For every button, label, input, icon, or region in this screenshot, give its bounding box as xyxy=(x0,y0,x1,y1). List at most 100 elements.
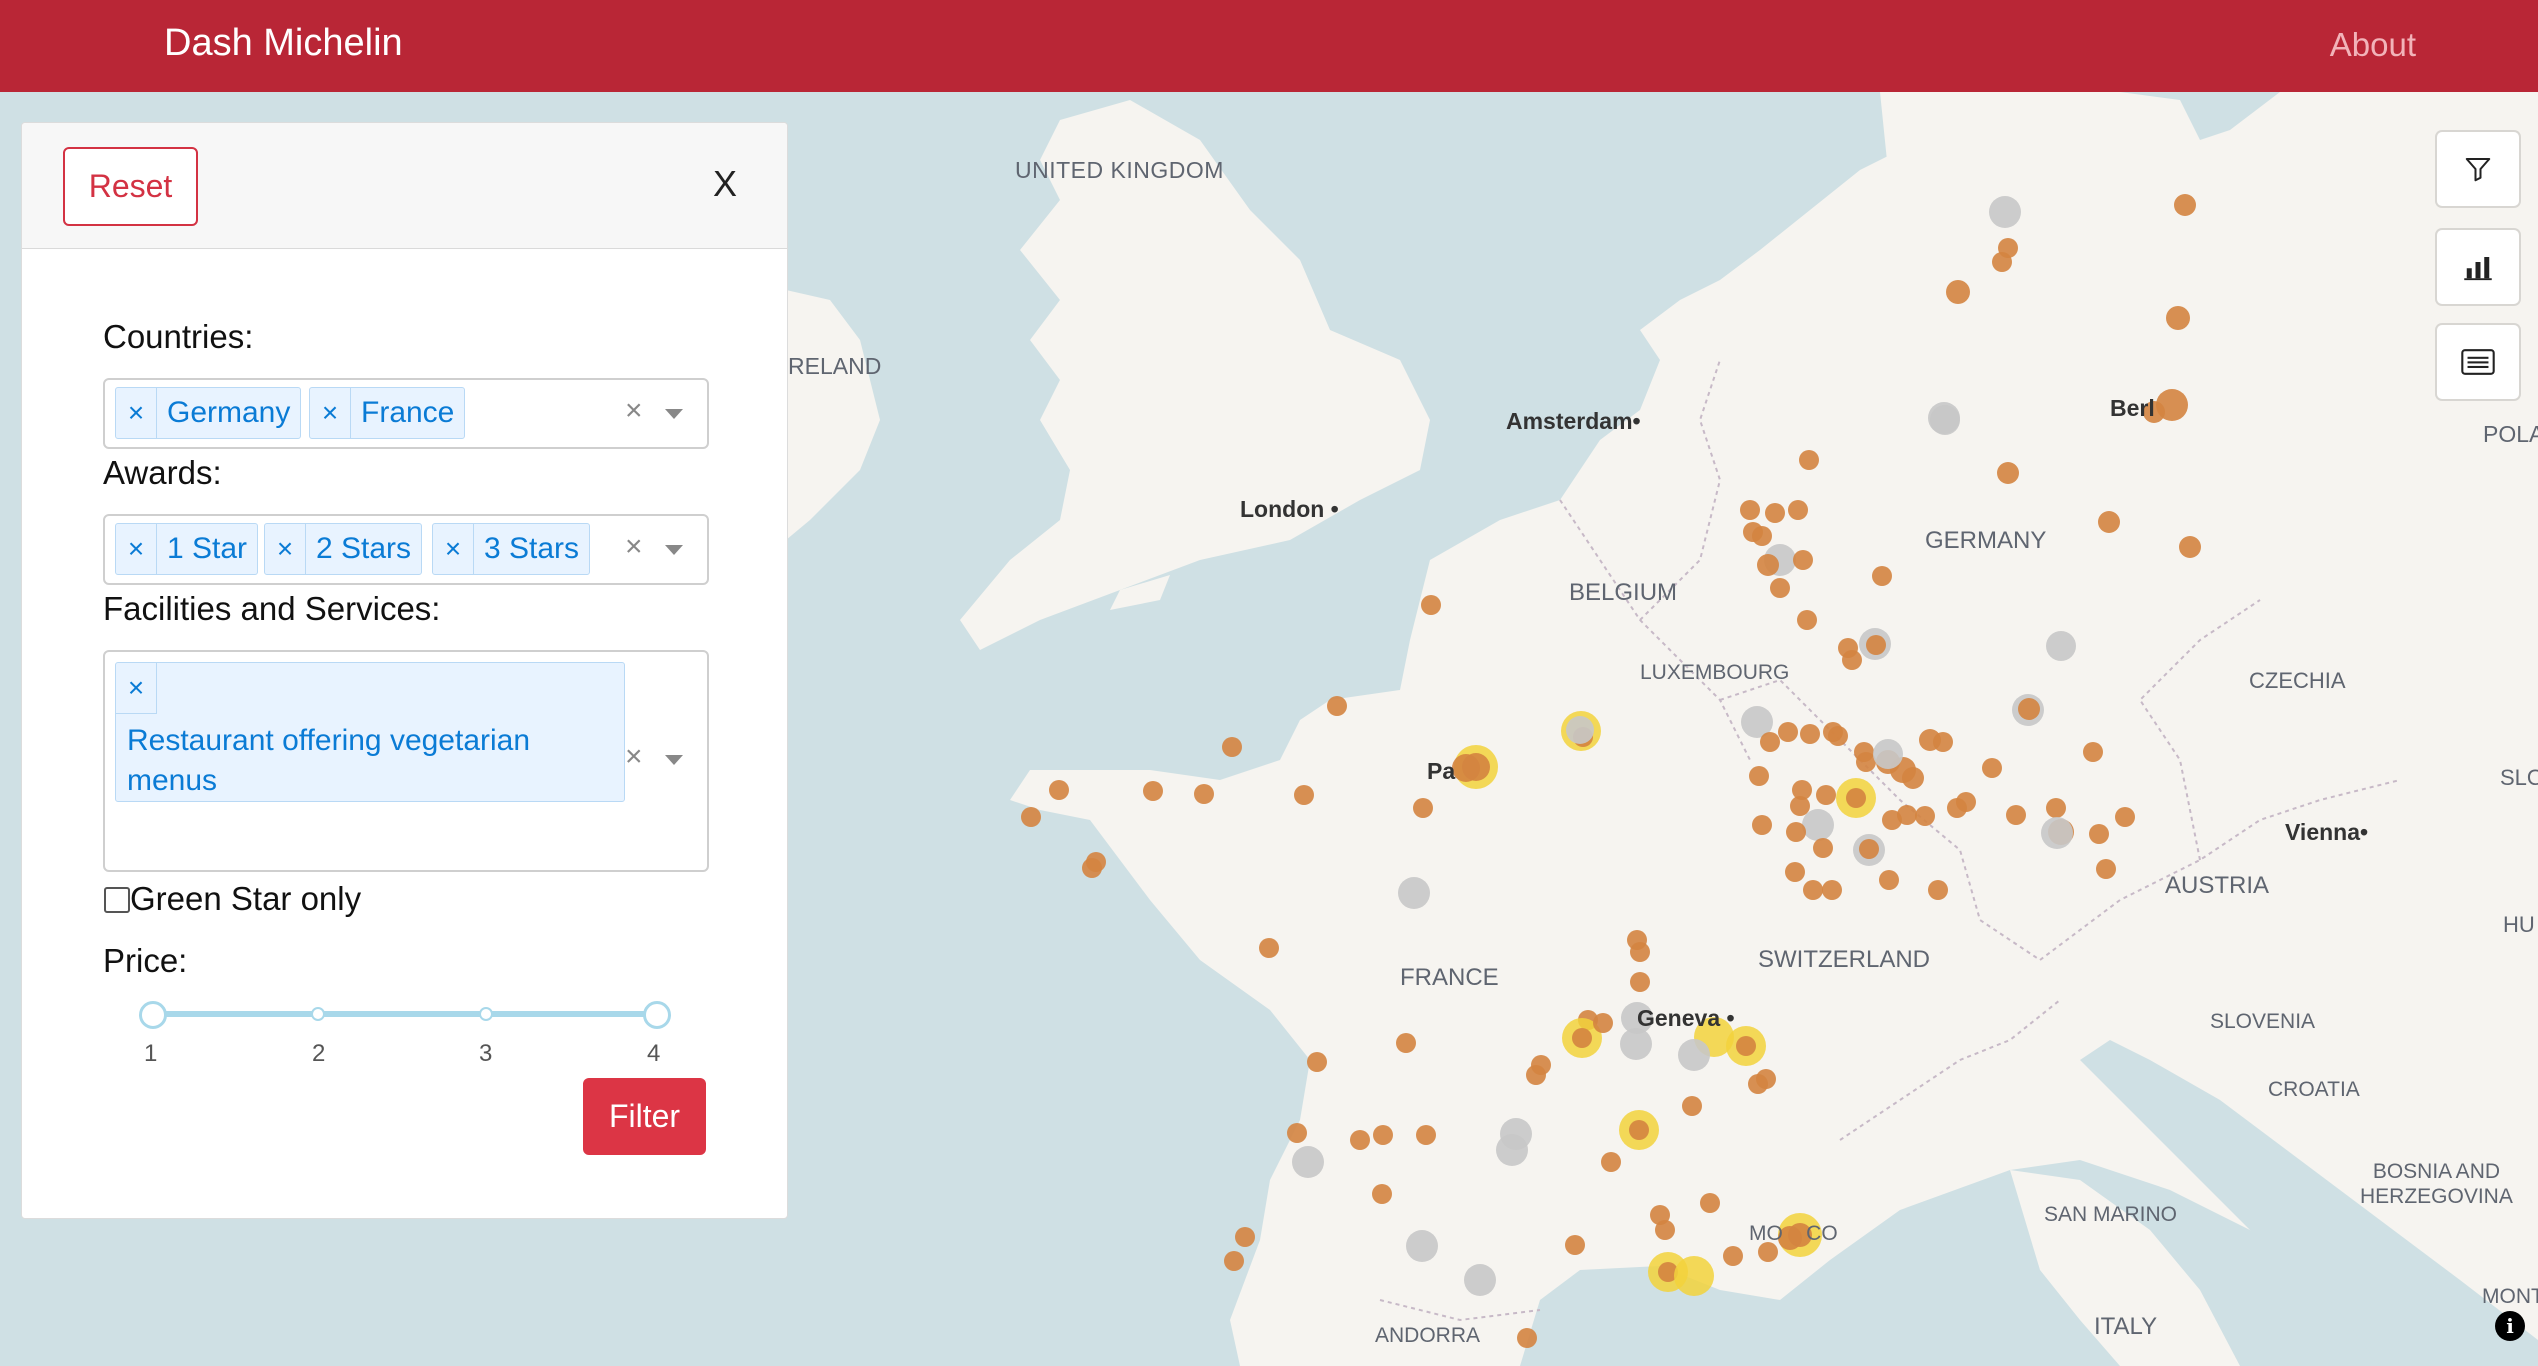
remove-chip-icon[interactable]: × xyxy=(116,388,157,438)
close-panel-button[interactable]: X xyxy=(713,163,737,205)
remove-chip-icon[interactable]: × xyxy=(265,524,306,574)
one-star-marker[interactable] xyxy=(1294,785,1314,805)
one-star-marker[interactable] xyxy=(1793,550,1813,570)
one-star-marker[interactable] xyxy=(1897,805,1917,825)
one-star-marker[interactable] xyxy=(1946,280,1970,304)
one-star-marker[interactable] xyxy=(1879,870,1899,890)
one-star-marker[interactable] xyxy=(2046,798,2066,818)
one-star-marker[interactable] xyxy=(1748,1074,1768,1094)
two-star-marker[interactable] xyxy=(2046,631,2076,661)
filter-toggle-button[interactable] xyxy=(2437,132,2519,206)
one-star-marker[interactable] xyxy=(1785,862,1805,882)
one-star-marker[interactable] xyxy=(2006,805,2026,825)
one-star-marker[interactable] xyxy=(1143,781,1163,801)
one-star-marker[interactable] xyxy=(1778,722,1798,742)
one-star-marker[interactable] xyxy=(1517,1328,1537,1348)
facilities-select[interactable]: × Restaurant offering vegetarian menus × xyxy=(103,650,709,872)
one-star-marker[interactable] xyxy=(1565,1235,1585,1255)
one-star-marker[interactable] xyxy=(1235,1227,1255,1247)
chevron-down-icon[interactable] xyxy=(665,545,683,555)
one-star-marker[interactable] xyxy=(2115,807,2135,827)
one-star-marker[interactable] xyxy=(1956,792,1976,812)
one-star-marker[interactable] xyxy=(1752,815,1772,835)
one-star-marker[interactable] xyxy=(2166,306,2190,330)
one-star-marker[interactable] xyxy=(1859,839,1879,859)
one-star-marker[interactable] xyxy=(1765,503,1785,523)
one-star-marker[interactable] xyxy=(1816,785,1836,805)
one-star-marker[interactable] xyxy=(1655,1220,1675,1240)
one-star-marker[interactable] xyxy=(2018,698,2040,720)
chart-toggle-button[interactable] xyxy=(2437,230,2519,304)
chevron-down-icon[interactable] xyxy=(665,409,683,419)
green-star-checkbox[interactable] xyxy=(104,887,130,913)
remove-chip-icon[interactable]: × xyxy=(310,388,351,438)
one-star-marker[interactable] xyxy=(1723,1246,1743,1266)
filter-button[interactable]: Filter xyxy=(583,1078,706,1155)
one-star-marker[interactable] xyxy=(2179,536,2201,558)
one-star-marker[interactable] xyxy=(1992,252,2012,272)
one-star-marker[interactable] xyxy=(1287,1123,1307,1143)
chevron-down-icon[interactable] xyxy=(665,755,683,765)
one-star-marker[interactable] xyxy=(1997,462,2019,484)
clear-icon[interactable]: × xyxy=(625,530,643,564)
awards-select[interactable]: × 1 Star × 2 Stars × 3 Stars × xyxy=(103,514,709,585)
two-star-marker[interactable] xyxy=(1678,1039,1710,1071)
one-star-marker[interactable] xyxy=(1700,1193,1720,1213)
one-star-marker[interactable] xyxy=(1828,726,1848,746)
one-star-marker[interactable] xyxy=(1049,780,1069,800)
one-star-marker[interactable] xyxy=(1601,1152,1621,1172)
one-star-marker[interactable] xyxy=(1452,754,1480,782)
reset-button[interactable]: Reset xyxy=(63,147,198,226)
one-star-marker[interactable] xyxy=(1421,595,1441,615)
price-slider-track[interactable] xyxy=(152,1011,658,1017)
one-star-marker[interactable] xyxy=(1822,880,1842,900)
one-star-marker[interactable] xyxy=(1770,578,1790,598)
price-slider-handle-max[interactable] xyxy=(643,1001,671,1029)
two-star-marker[interactable] xyxy=(1566,716,1594,744)
one-star-marker[interactable] xyxy=(1572,1028,1592,1048)
one-star-marker[interactable] xyxy=(1790,796,1810,816)
one-star-marker[interactable] xyxy=(1842,650,1862,670)
one-star-marker[interactable] xyxy=(1933,732,1953,752)
one-star-marker[interactable] xyxy=(1416,1125,1436,1145)
one-star-marker[interactable] xyxy=(2174,194,2196,216)
one-star-marker[interactable] xyxy=(1682,1096,1702,1116)
one-star-marker[interactable] xyxy=(1928,880,1948,900)
one-star-marker[interactable] xyxy=(2083,742,2103,762)
one-star-marker[interactable] xyxy=(1222,737,1242,757)
one-star-marker[interactable] xyxy=(1327,696,1347,716)
two-star-marker[interactable] xyxy=(1873,739,1903,769)
one-star-marker[interactable] xyxy=(1629,1120,1649,1140)
brand-title[interactable]: Dash Michelin xyxy=(164,22,403,65)
clear-icon[interactable]: × xyxy=(625,740,643,774)
one-star-marker[interactable] xyxy=(1800,724,1820,744)
two-star-marker[interactable] xyxy=(1464,1264,1496,1296)
one-star-marker[interactable] xyxy=(2089,824,2109,844)
one-star-marker[interactable] xyxy=(1630,972,1650,992)
one-star-marker[interactable] xyxy=(1902,767,1924,789)
one-star-marker[interactable] xyxy=(1872,566,1892,586)
remove-chip-icon[interactable]: × xyxy=(116,663,157,714)
remove-chip-icon[interactable]: × xyxy=(433,524,474,574)
one-star-marker[interactable] xyxy=(1799,450,1819,470)
two-star-marker[interactable] xyxy=(1496,1134,1528,1166)
countries-select[interactable]: × Germany × France × xyxy=(103,378,709,449)
two-star-marker[interactable] xyxy=(2041,817,2073,849)
two-star-marker[interactable] xyxy=(1930,405,1960,435)
one-star-marker[interactable] xyxy=(1856,752,1876,772)
info-icon[interactable]: i xyxy=(2495,1311,2525,1341)
two-star-marker[interactable] xyxy=(1620,1028,1652,1060)
one-star-marker[interactable] xyxy=(1788,500,1808,520)
two-star-marker[interactable] xyxy=(1398,877,1430,909)
one-star-marker[interactable] xyxy=(1082,858,1102,878)
one-star-marker[interactable] xyxy=(1813,838,1833,858)
one-star-marker[interactable] xyxy=(1760,732,1780,752)
one-star-marker[interactable] xyxy=(2096,859,2116,879)
one-star-marker[interactable] xyxy=(1372,1184,1392,1204)
two-star-marker[interactable] xyxy=(1802,809,1834,841)
one-star-marker[interactable] xyxy=(1915,806,1935,826)
list-toggle-button[interactable] xyxy=(2437,325,2519,399)
two-star-marker[interactable] xyxy=(1406,1230,1438,1262)
one-star-marker[interactable] xyxy=(1749,766,1769,786)
one-star-marker[interactable] xyxy=(1307,1052,1327,1072)
